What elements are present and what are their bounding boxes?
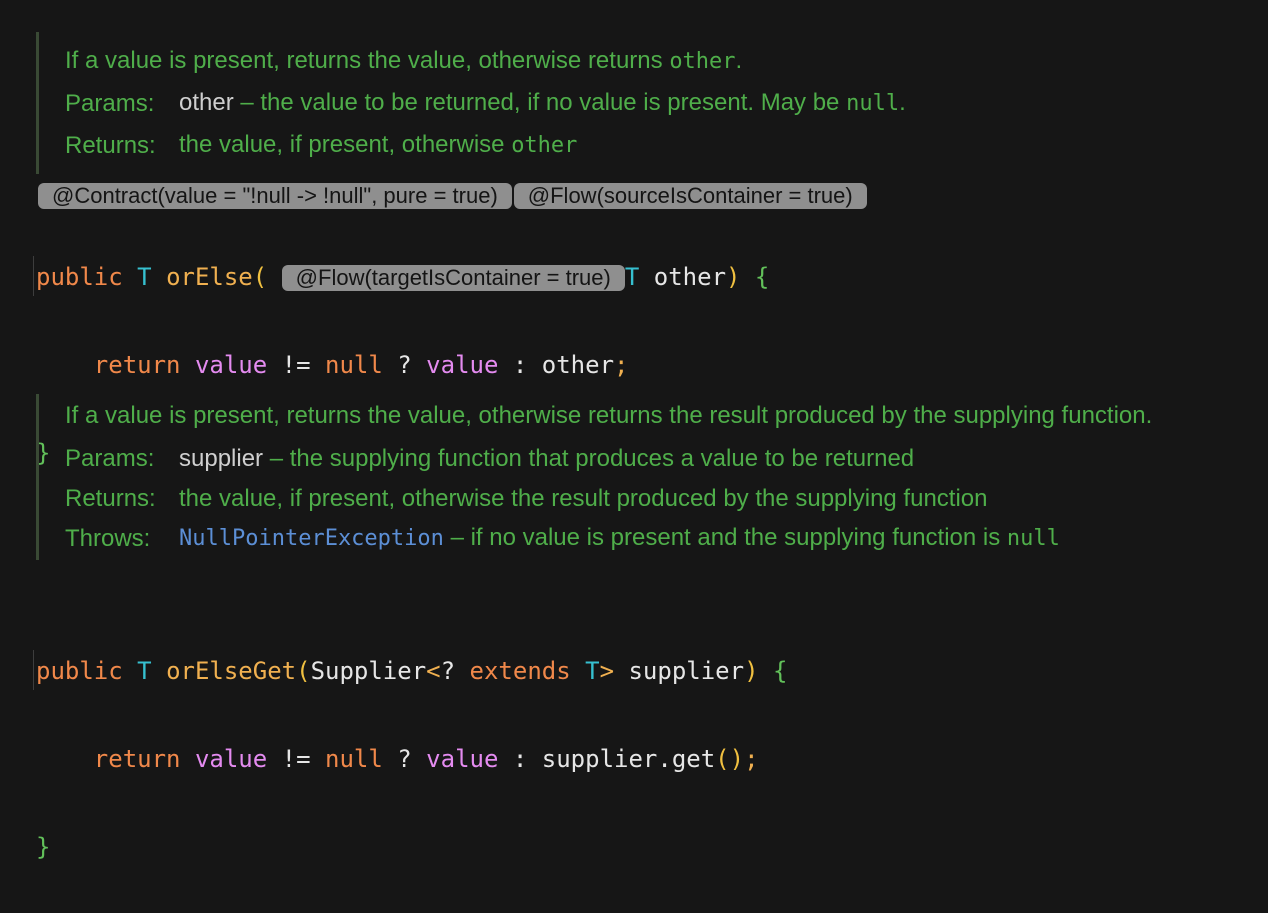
throws-desc: – if no value is present and the supplyi… xyxy=(443,524,1007,551)
semicolon: ; xyxy=(614,351,629,379)
returns-text: the value, if present, otherwise xyxy=(179,131,512,158)
javadoc-orelse: If a value is present, returns the value… xyxy=(36,32,906,174)
field-value[interactable]: value xyxy=(195,351,267,379)
keyword-return: return xyxy=(93,745,181,773)
method-orelseget: public T orElseGet(Supplier<? extends T>… xyxy=(36,605,787,913)
returns-label: Returns: xyxy=(65,131,156,159)
keyword-public: public xyxy=(36,657,123,685)
operator-ternary: ? xyxy=(397,745,412,773)
param-name: supplier xyxy=(179,444,264,472)
doc-params: Params: other – the value to be returned… xyxy=(65,82,906,124)
open-brace: { xyxy=(754,263,770,291)
doc-summary: If a value is present, returns the value… xyxy=(65,40,906,82)
indent-guide xyxy=(33,650,34,690)
param-desc: – the supplying function that produces a… xyxy=(263,444,915,472)
param-name: other xyxy=(179,89,234,116)
supplier-type[interactable]: Supplier xyxy=(311,657,427,685)
return-type: T xyxy=(137,263,152,291)
param-end: . xyxy=(899,89,906,116)
operator-colon: : xyxy=(512,351,528,379)
param-code: null xyxy=(846,91,900,116)
close-paren: ) xyxy=(744,657,759,685)
semicolon: ; xyxy=(744,745,759,773)
method-call[interactable]: supplier.get xyxy=(542,745,715,773)
returns-text: the value, if present, otherwise the res… xyxy=(179,484,988,512)
code-line-return: return value != null ? value : other; xyxy=(36,343,769,387)
doc2-throws: Throws: NullPointerException – if no val… xyxy=(65,518,1245,558)
param-name[interactable]: other xyxy=(654,263,726,291)
open-brace: { xyxy=(772,657,788,685)
doc2-summary: If a value is present, returns the value… xyxy=(65,402,1153,429)
exception-link[interactable]: NullPointerException xyxy=(179,526,444,551)
call-parens: () xyxy=(715,745,745,773)
returns-label: Returns: xyxy=(65,484,156,512)
keyword-null: null xyxy=(325,745,383,773)
generic-open: < xyxy=(426,657,441,685)
keyword-return: return xyxy=(93,351,181,379)
field-value[interactable]: value xyxy=(426,745,498,773)
field-value[interactable]: value xyxy=(426,351,498,379)
contract-hint[interactable]: @Contract(value = "!null -> !null", pure… xyxy=(38,183,512,209)
keyword-null: null xyxy=(325,351,383,379)
return-type: T xyxy=(137,657,152,685)
throws-code: null xyxy=(1006,526,1060,551)
code-line-return: return value != null ? value : supplier.… xyxy=(36,737,787,781)
method-name[interactable]: orElseGet xyxy=(166,657,296,685)
method-name[interactable]: orElse xyxy=(166,263,253,291)
generic-type: T xyxy=(585,657,600,685)
params-label: Params: xyxy=(65,89,155,117)
close-paren: ) xyxy=(726,263,741,291)
keyword-extends: extends xyxy=(469,657,571,685)
code-line-close: } xyxy=(36,825,787,869)
throws-label: Throws: xyxy=(65,524,151,552)
param-name[interactable]: supplier xyxy=(628,657,744,685)
summary-end: . xyxy=(735,47,743,74)
param-desc: – the value to be returned, if no value … xyxy=(233,89,847,116)
code-line-signature: public T orElseGet(Supplier<? extends T>… xyxy=(36,649,787,693)
annotation-hints: @Contract(value = "!null -> !null", pure… xyxy=(38,183,867,209)
generic-close: > xyxy=(599,657,615,685)
doc-returns: Returns: the value, if present, otherwis… xyxy=(65,124,906,166)
open-paren: ( xyxy=(252,263,268,291)
summary-code: other xyxy=(669,49,736,74)
flow-source-hint[interactable]: @Flow(sourceIsContainer = true) xyxy=(513,183,867,209)
field-value[interactable]: value xyxy=(195,745,267,773)
doc2-returns: Returns: the value, if present, otherwis… xyxy=(65,478,1245,518)
open-paren: ( xyxy=(296,657,311,685)
var-other[interactable]: other xyxy=(542,351,614,379)
doc2-params: Params: supplier – the supplying functio… xyxy=(65,438,1245,478)
param-type: T xyxy=(624,263,640,291)
keyword-public: public xyxy=(36,263,123,291)
wildcard: ? xyxy=(440,657,456,685)
javadoc-orelseget: If a value is present, returns the value… xyxy=(36,394,1245,560)
returns-code: other xyxy=(511,133,578,158)
code-line-signature: public T orElse( @Flow(targetIsContainer… xyxy=(36,255,769,299)
flow-target-hint[interactable]: @Flow(targetIsContainer = true) xyxy=(281,265,625,291)
operator-neq: != xyxy=(281,745,311,773)
indent-guide xyxy=(33,256,34,296)
params-label: Params: xyxy=(65,444,155,472)
operator-ternary: ? xyxy=(397,351,412,379)
operator-colon: : xyxy=(512,745,528,773)
operator-neq: != xyxy=(281,351,311,379)
close-brace: } xyxy=(36,833,51,861)
summary-text: If a value is present, returns the value… xyxy=(65,47,670,74)
